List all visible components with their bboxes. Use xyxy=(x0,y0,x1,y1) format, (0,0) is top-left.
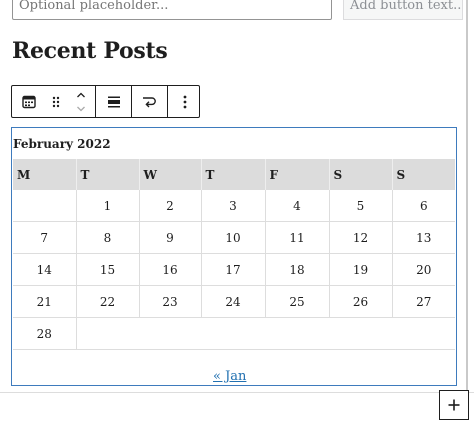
drag-handle-icon[interactable] xyxy=(45,86,67,117)
calendar-day-cell: 2 xyxy=(139,190,202,222)
page-title: Recent Posts xyxy=(12,38,168,64)
calendar-day-cell: 28 xyxy=(13,317,77,350)
calendar-day-cell: 8 xyxy=(76,221,140,254)
calendar-day-cell: 15 xyxy=(76,253,140,286)
editor-scrollbar xyxy=(466,0,468,392)
block-parent-group xyxy=(12,86,96,117)
calendar-day-cell: 18 xyxy=(265,253,330,286)
calendar-week-row: 28 xyxy=(13,317,456,350)
calendar-empty-pad xyxy=(76,317,456,350)
calendar-day-cell: 16 xyxy=(139,253,202,286)
calendar-day-cell: 26 xyxy=(329,285,393,318)
transform-group xyxy=(132,86,168,117)
calendar-day-cell: 12 xyxy=(329,221,393,254)
calendar-week-row: 14 15 16 17 18 19 20 xyxy=(13,253,456,286)
calendar-day-cell: 7 xyxy=(13,221,77,254)
align-icon[interactable] xyxy=(96,86,131,117)
calendar-week-row: 7 8 9 10 11 12 13 xyxy=(13,221,456,254)
block-toolbar xyxy=(11,85,200,118)
divider xyxy=(0,392,474,393)
previous-month-link[interactable]: « Jan xyxy=(213,369,246,384)
weekday-header: F xyxy=(265,159,330,190)
plus-icon xyxy=(448,396,460,415)
calendar-day-cell: 24 xyxy=(201,285,266,318)
calendar-week-row: 21 22 23 24 25 26 27 xyxy=(13,285,456,318)
calendar-day-cell: 13 xyxy=(392,221,456,254)
calendar-day-cell: 3 xyxy=(201,190,266,222)
calendar-empty-cell xyxy=(13,190,77,222)
calendar-day-cell: 22 xyxy=(76,285,140,318)
add-block-button[interactable] xyxy=(439,390,469,420)
weekday-header: M xyxy=(13,159,77,190)
search-button[interactable]: Add button text... xyxy=(343,0,463,20)
calendar-day-cell: 19 xyxy=(329,253,393,286)
calendar-day-cell: 6 xyxy=(392,190,456,222)
transform-icon[interactable] xyxy=(132,86,167,117)
weekday-header: T xyxy=(201,159,266,190)
weekday-header: W xyxy=(139,159,202,190)
calendar-day-cell: 23 xyxy=(139,285,202,318)
calendar-day-cell: 25 xyxy=(265,285,330,318)
calendar-day-cell: 1 xyxy=(76,190,140,222)
weekday-header: S xyxy=(392,159,456,190)
calendar-week-row: 123456 xyxy=(13,190,456,222)
calendar-block[interactable]: February 2022 MTWTFSS 1 2 3 4 5 6 7 8 9 10 11 12 13 1… xyxy=(11,127,457,386)
more-options-icon[interactable] xyxy=(168,86,201,117)
calendar-day-cell: 14 xyxy=(13,253,77,286)
calendar-day-cell: 20 xyxy=(392,253,456,286)
calendar-day-cell: 4 xyxy=(265,190,330,222)
search-input[interactable]: Optional placeholder... xyxy=(12,0,332,20)
block-type-calendar-icon[interactable] xyxy=(12,86,45,117)
calendar-day-cell: 10 xyxy=(201,221,266,254)
calendar-table: February 2022 MTWTFSS 1 2 3 4 5 6 7 8 9 10 11 12 13 1… xyxy=(13,128,456,350)
align-group xyxy=(96,86,132,117)
calendar-day-cell: 21 xyxy=(13,285,77,318)
weekday-header: T xyxy=(76,159,140,190)
calendar-day-cell: 27 xyxy=(392,285,456,318)
calendar-day-cell: 17 xyxy=(201,253,266,286)
calendar-caption: February 2022 xyxy=(13,136,111,151)
calendar-day-cell: 9 xyxy=(139,221,202,254)
move-up-down-icon[interactable] xyxy=(67,86,95,117)
calendar-day-cell: 5 xyxy=(329,190,393,222)
more-group xyxy=(168,86,201,117)
weekday-header: S xyxy=(329,159,393,190)
calendar-day-cell: 11 xyxy=(265,221,330,254)
